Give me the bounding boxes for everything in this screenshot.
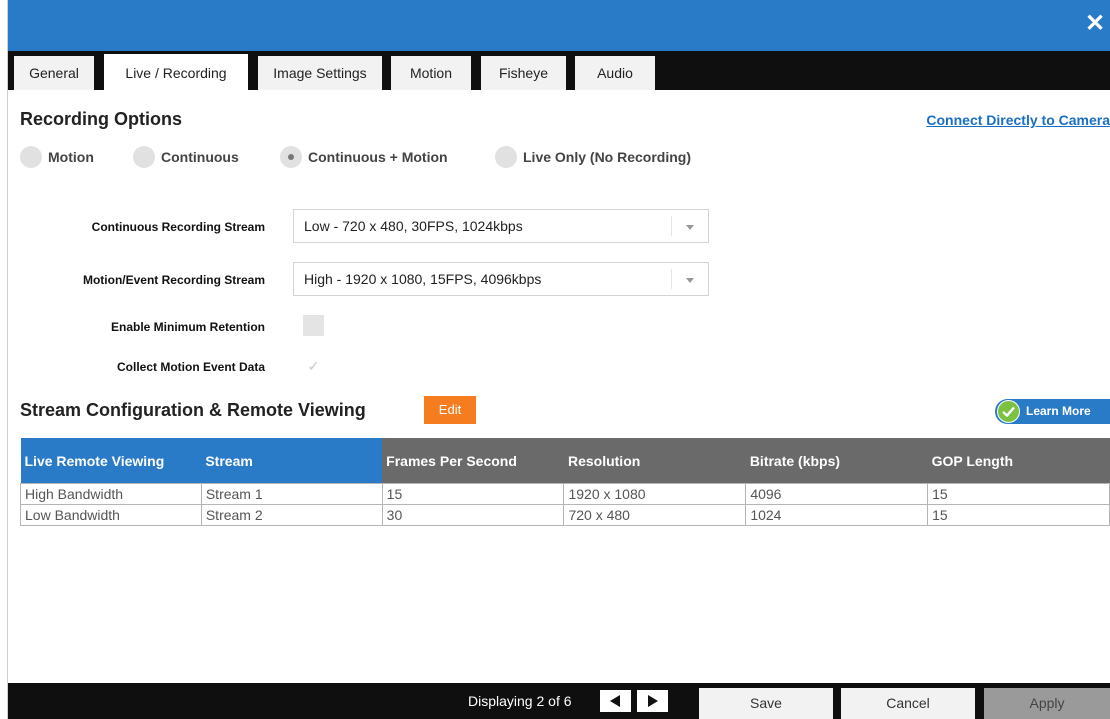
apply-button[interactable]: Apply	[984, 688, 1110, 719]
collect-motion-checkbox[interactable]: ✓	[303, 356, 324, 377]
arrow-right-icon	[648, 695, 658, 707]
motion-stream-label: Motion/Event Recording Stream	[82, 273, 265, 287]
radio-label: Motion	[48, 149, 94, 165]
arrow-left-icon	[610, 695, 620, 707]
continuous-stream-value: Low - 720 x 480, 30FPS, 1024kbps	[304, 218, 523, 234]
connect-directly-link[interactable]: Connect Directly to Camera	[926, 112, 1110, 128]
table-cell: 30	[381, 504, 565, 526]
table-cell: 15	[927, 504, 1110, 526]
learn-more-label: Learn More	[1026, 404, 1091, 418]
next-button[interactable]	[637, 690, 668, 712]
check-circle-icon	[997, 400, 1020, 423]
table-cell: 15	[927, 483, 1110, 505]
continuous-stream-select[interactable]: Low - 720 x 480, 30FPS, 1024kbps	[293, 209, 709, 243]
table-cell: 1024	[745, 504, 929, 526]
min-retention-checkbox[interactable]	[303, 315, 324, 336]
table-cell: 720 x 480	[563, 504, 747, 526]
column-header: GOP Length	[927, 438, 1110, 484]
close-icon[interactable]: ✕	[1084, 12, 1106, 36]
radio-label: Continuous + Motion	[308, 149, 448, 165]
continuous-stream-label: Continuous Recording Stream	[91, 220, 265, 234]
table-cell: Stream 2	[200, 504, 383, 526]
table-header-row: Live Remote Viewing Stream Frames Per Se…	[20, 438, 1110, 484]
radio-circle-icon	[20, 146, 42, 168]
radio-continuous-motion[interactable]: Continuous + Motion	[280, 146, 448, 168]
save-button[interactable]: Save	[699, 688, 833, 719]
tab-general[interactable]: General	[14, 56, 94, 90]
chevron-down-icon	[686, 278, 694, 283]
recording-options-title: Recording Options	[20, 109, 182, 129]
radio-continuous[interactable]: Continuous	[133, 146, 239, 168]
tab-live-recording[interactable]: Live / Recording	[104, 54, 248, 90]
tab-motion[interactable]: Motion	[391, 56, 471, 90]
column-header: Frames Per Second	[382, 438, 564, 484]
tab-image-settings[interactable]: Image Settings	[258, 56, 382, 90]
stream-config-table: Live Remote Viewing Stream Frames Per Se…	[20, 438, 1110, 526]
displaying-count: Displaying 2 of 6	[468, 693, 572, 709]
radio-motion[interactable]: Motion	[20, 146, 94, 168]
table-row[interactable]: Low Bandwidth Stream 2 30 720 x 480 1024…	[20, 504, 1110, 526]
radio-selected-icon	[280, 146, 302, 168]
previous-button[interactable]	[600, 690, 631, 712]
table-cell: Stream 1	[200, 483, 383, 505]
cancel-button[interactable]: Cancel	[841, 688, 975, 719]
table-cell: 4096	[745, 483, 929, 505]
select-divider	[671, 269, 672, 289]
radio-circle-icon	[495, 146, 517, 168]
column-header: Resolution	[563, 438, 746, 484]
min-retention-label: Enable Minimum Retention	[110, 320, 265, 334]
column-header: Stream	[201, 438, 383, 484]
table-cell: High Bandwidth	[20, 483, 202, 505]
radio-live-only[interactable]: Live Only (No Recording)	[495, 146, 691, 168]
motion-stream-value: High - 1920 x 1080, 15FPS, 4096kbps	[304, 271, 542, 287]
table-cell: Low Bandwidth	[20, 504, 202, 526]
radio-label: Continuous	[161, 149, 239, 165]
edit-button[interactable]: Edit	[424, 396, 476, 424]
title-bar: ✕	[8, 0, 1110, 51]
footer-bar: Displaying 2 of 6 Save Cancel Apply	[8, 683, 1110, 719]
radio-label: Live Only (No Recording)	[523, 149, 692, 165]
table-cell: 15	[381, 483, 565, 505]
motion-stream-select[interactable]: High - 1920 x 1080, 15FPS, 4096kbps	[293, 262, 709, 296]
radio-circle-icon	[133, 146, 155, 168]
tab-fisheye[interactable]: Fisheye	[481, 56, 566, 90]
learn-more-button[interactable]: Learn More	[995, 399, 1110, 424]
collect-motion-label: Collect Motion Event Data	[116, 360, 265, 374]
table-row[interactable]: High Bandwidth Stream 1 15 1920 x 1080 4…	[20, 483, 1110, 505]
column-header: Live Remote Viewing	[20, 438, 202, 484]
stream-config-title: Stream Configuration & Remote Viewing	[20, 400, 366, 420]
select-divider	[671, 216, 672, 236]
tab-audio[interactable]: Audio	[575, 56, 655, 90]
chevron-down-icon	[686, 225, 694, 230]
tab-bar: General Live / Recording Image Settings …	[8, 51, 1110, 90]
column-header: Bitrate (kbps)	[745, 438, 928, 484]
table-cell: 1920 x 1080	[563, 483, 747, 505]
